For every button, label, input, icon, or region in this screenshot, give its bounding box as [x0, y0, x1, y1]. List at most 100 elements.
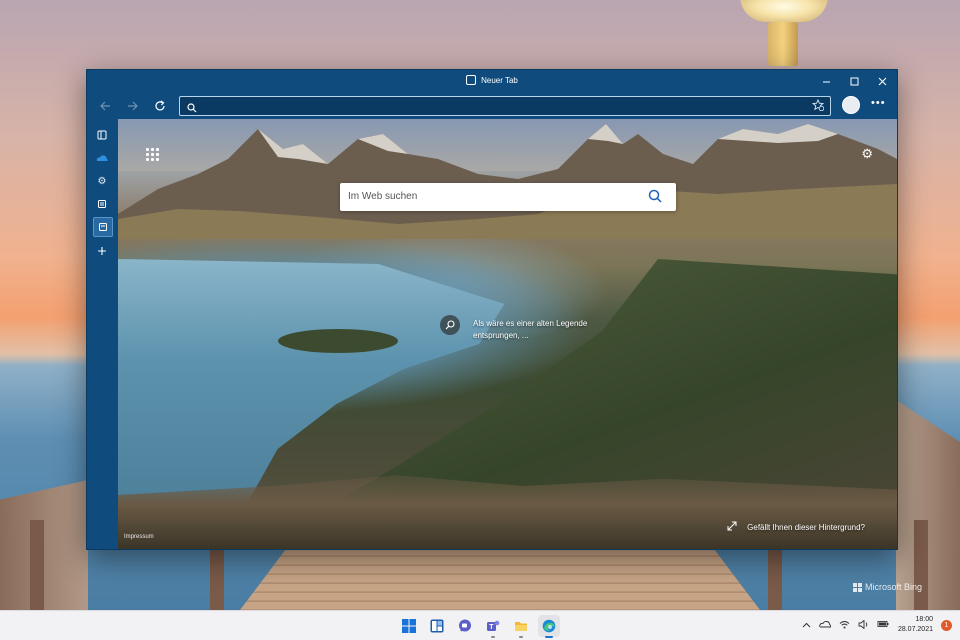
new-tab-vertical-item[interactable]: [93, 217, 113, 237]
taskbar: T 18:00 28.07.2021 1: [0, 610, 960, 640]
expand-button[interactable]: [727, 521, 737, 533]
running-indicator: [491, 636, 495, 638]
gear-icon: ⚙: [861, 146, 873, 161]
maximize-button[interactable]: [840, 70, 868, 92]
pier-post: [768, 548, 782, 610]
bing-watermark-text: Microsoft Bing: [864, 582, 922, 592]
start-button[interactable]: [398, 615, 420, 637]
close-button[interactable]: [868, 70, 896, 92]
onedrive-button[interactable]: [93, 149, 111, 167]
start-icon: [402, 619, 416, 633]
mountain-range: [118, 124, 897, 239]
image-info-button[interactable]: [440, 315, 460, 335]
tab-page-icon: [466, 75, 477, 85]
volume-button[interactable]: [858, 619, 869, 631]
island: [278, 329, 398, 353]
forward-button[interactable]: [123, 96, 143, 116]
refresh-icon: [155, 100, 165, 111]
tab-actions-button[interactable]: [93, 126, 111, 144]
search-icon: [187, 100, 197, 118]
edge-button[interactable]: [538, 615, 560, 638]
back-icon: [100, 101, 110, 111]
active-indicator: [545, 636, 553, 638]
chat-icon: [459, 619, 471, 632]
show-hidden-icons-button[interactable]: [802, 620, 811, 630]
add-tab-button[interactable]: [93, 242, 111, 260]
new-tab-icon: [99, 223, 107, 231]
search-submit-button[interactable]: [648, 189, 662, 208]
running-indicator: [519, 636, 523, 638]
taskbar-apps: T: [398, 615, 560, 638]
refresh-button[interactable]: [150, 96, 170, 116]
onedrive-icon: [96, 155, 108, 161]
image-caption[interactable]: Als wäre es einer alten Legende entsprun…: [473, 318, 613, 342]
like-question-link[interactable]: Gefällt Ihnen dieser Hintergrund?: [747, 523, 865, 532]
system-tray: 18:00 28.07.2021 1: [802, 615, 952, 635]
image-search-icon: [445, 320, 455, 330]
clock-button[interactable]: 18:00 28.07.2021: [898, 615, 933, 635]
pier-post: [914, 520, 928, 610]
bing-logo-icon: [852, 582, 862, 592]
expand-icon: [727, 521, 737, 531]
volume-icon: [858, 619, 868, 629]
app-launcher-icon[interactable]: [146, 148, 159, 161]
browser-toolbar: [87, 93, 897, 119]
favorites-add-icon: [811, 98, 825, 112]
notification-badge[interactable]: 1: [941, 619, 952, 631]
close-icon: [878, 77, 886, 85]
search-icon: [648, 189, 662, 203]
network-button[interactable]: [839, 620, 850, 631]
title-bar[interactable]: Neuer Tab: [87, 70, 897, 92]
favorites-add-button[interactable]: [811, 98, 825, 114]
settings-button[interactable]: ⚙: [93, 172, 111, 190]
profile-avatar[interactable]: [842, 96, 860, 114]
add-icon: [98, 247, 106, 255]
pier-deck: [240, 548, 760, 610]
edge-icon: [542, 619, 556, 633]
svg-text:T: T: [489, 624, 494, 631]
chevron-up-icon: [802, 622, 811, 628]
forward-icon: [128, 101, 138, 111]
new-tab-page: ⚙ Im Web suchen Als wäre es einer alten …: [118, 119, 897, 549]
pier-railing-right: [896, 400, 960, 610]
teams-icon: T: [487, 620, 500, 631]
lamp-light: [740, 0, 828, 22]
back-button[interactable]: [95, 96, 115, 116]
collections-icon: [98, 200, 106, 208]
minimize-button[interactable]: [812, 70, 840, 92]
address-bar[interactable]: [179, 96, 831, 116]
pier-railing-left: [0, 480, 88, 610]
maximize-icon: [850, 77, 858, 85]
web-search-box[interactable]: Im Web suchen: [340, 183, 676, 211]
pier-post: [30, 520, 44, 610]
clock-date: 28.07.2021: [897, 626, 933, 633]
battery-plug-icon: [877, 621, 889, 627]
more-icon: •••: [871, 97, 886, 109]
chat-button[interactable]: [454, 615, 476, 637]
widgets-icon: [430, 619, 444, 633]
bing-watermark: Microsoft Bing: [852, 582, 922, 592]
tab-title[interactable]: Neuer Tab: [87, 75, 897, 85]
page-settings-button[interactable]: ⚙: [861, 146, 873, 162]
battery-button[interactable]: [877, 620, 890, 630]
more-menu-button[interactable]: •••: [871, 97, 886, 109]
file-explorer-icon: [515, 622, 527, 631]
tab-actions-icon: [97, 130, 107, 140]
collections-button[interactable]: [93, 195, 111, 213]
vertical-tabs-sidebar: ⚙: [87, 120, 117, 549]
teams-button[interactable]: T: [482, 615, 504, 638]
background-feedback: Gefällt Ihnen dieser Hintergrund?: [727, 521, 865, 533]
onedrive-tray-button[interactable]: [819, 620, 832, 630]
settings-icon: ⚙: [97, 175, 107, 187]
tab-title-label: Neuer Tab: [481, 75, 518, 85]
file-explorer-button[interactable]: [510, 615, 532, 638]
search-placeholder: Im Web suchen: [348, 191, 418, 202]
pier-post: [210, 548, 224, 610]
widgets-button[interactable]: [426, 615, 448, 637]
wifi-icon: [839, 620, 850, 628]
minimize-icon: [822, 81, 830, 82]
browser-window: Neuer Tab ••• ⚙ ⚙ Im Web suchen Als wäre…: [86, 69, 898, 550]
onedrive-tray-icon: [819, 620, 832, 628]
clock-time: 18:00: [915, 616, 933, 623]
impressum-link[interactable]: Impressum: [124, 534, 154, 540]
